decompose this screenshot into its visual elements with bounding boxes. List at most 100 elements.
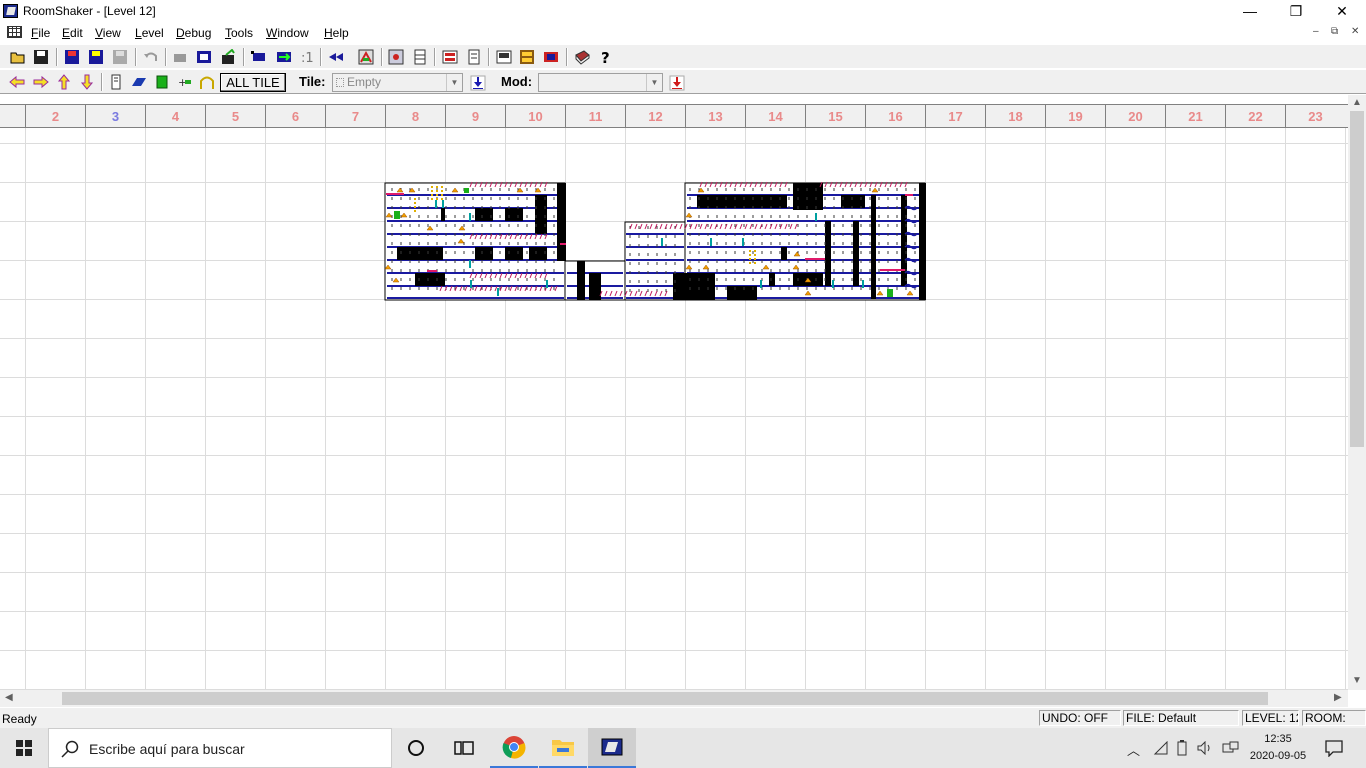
room-select-icon[interactable] <box>250 49 266 65</box>
scroll-down-icon[interactable]: ▼ <box>1352 675 1362 686</box>
mdi-restore-button[interactable]: ⧉ <box>1331 26 1338 37</box>
task-view-icon[interactable] <box>440 728 488 768</box>
ruler-column-23[interactable]: 23 <box>1285 105 1345 127</box>
menu-help[interactable]: Help <box>324 26 349 40</box>
ruler-column-5[interactable]: 5 <box>205 105 265 127</box>
scroll-right-icon[interactable]: ▶ <box>1334 692 1342 703</box>
level-map[interactable] <box>0 128 1348 690</box>
ruler-column-4[interactable]: 4 <box>145 105 205 127</box>
mdi-minimize-button[interactable]: – <box>1313 26 1319 37</box>
copy-room-icon[interactable] <box>172 49 188 65</box>
ruler-column-21[interactable]: 21 <box>1165 105 1225 127</box>
save-level-icon[interactable] <box>64 49 80 65</box>
ruler-column-16[interactable]: 16 <box>865 105 925 127</box>
rewind-icon[interactable] <box>328 49 344 65</box>
save-disabled-icon[interactable] <box>112 49 128 65</box>
restore-button[interactable]: ❐ <box>1273 0 1319 22</box>
ruler-column-8[interactable]: 8 <box>385 105 445 127</box>
taskbar-clock[interactable]: 12:35 2020-09-05 <box>1246 731 1310 765</box>
menu-debug[interactable]: Debug <box>176 26 211 40</box>
ruler-column-10[interactable]: 10 <box>505 105 565 127</box>
menu-window[interactable]: Window <box>266 26 309 40</box>
apply-mod-down-icon[interactable] <box>669 75 685 91</box>
mdi-close-button[interactable]: ✕ <box>1351 26 1359 37</box>
room-number-icon[interactable]: :1 <box>299 49 315 65</box>
vertical-scrollbar[interactable]: ▲ ▼ <box>1348 95 1366 690</box>
arrow-right-icon[interactable] <box>33 74 49 90</box>
chrome-icon[interactable] <box>490 728 538 768</box>
room-move-icon[interactable] <box>276 49 292 65</box>
start-button[interactable] <box>0 728 48 768</box>
ruler-column-2[interactable]: 2 <box>25 105 85 127</box>
modifier-plus-icon[interactable]: + <box>176 74 192 90</box>
ruler-column-18[interactable]: 18 <box>985 105 1045 127</box>
ruler-column-17[interactable]: 17 <box>925 105 985 127</box>
tile-red-icon[interactable] <box>442 49 458 65</box>
ruler-column-7[interactable]: 7 <box>325 105 385 127</box>
file-explorer-icon[interactable] <box>539 728 587 768</box>
tile-list-icon[interactable] <box>466 49 482 65</box>
room-arrow-icon[interactable] <box>220 49 236 65</box>
page-tile-icon[interactable] <box>108 74 124 90</box>
ruler-column-13[interactable]: 13 <box>685 105 745 127</box>
menu-level[interactable]: Level <box>135 26 164 40</box>
undo-icon[interactable] <box>143 49 159 65</box>
ruler-column-20[interactable]: 20 <box>1105 105 1165 127</box>
apply-tile-down-icon[interactable] <box>470 75 486 91</box>
arrow-left-icon[interactable] <box>9 74 25 90</box>
arrow-down-icon[interactable] <box>79 74 95 90</box>
menu-view[interactable]: View <box>95 26 121 40</box>
green-tile-icon[interactable] <box>154 74 170 90</box>
menu-tools[interactable]: Tools <box>225 26 253 40</box>
level-map-icon[interactable] <box>358 49 374 65</box>
menu-edit[interactable]: Edit <box>62 26 83 40</box>
scroll-left-icon[interactable]: ◀ <box>5 692 13 703</box>
ruler-column-12[interactable]: 12 <box>625 105 685 127</box>
ruler-column-19[interactable]: 19 <box>1045 105 1105 127</box>
play-level-icon[interactable] <box>496 49 512 65</box>
arrow-up-icon[interactable] <box>56 74 72 90</box>
grid-icon[interactable] <box>412 49 428 65</box>
ruler-column-6[interactable]: 6 <box>265 105 325 127</box>
wall-block <box>441 208 445 221</box>
notification-center-icon[interactable] <box>1325 739 1343 757</box>
cortana-icon[interactable] <box>392 728 440 768</box>
ruler-column-11[interactable]: 11 <box>565 105 625 127</box>
minimize-button[interactable]: — <box>1227 0 1273 22</box>
ruler-column-22[interactable]: 22 <box>1225 105 1285 127</box>
all-tile-button[interactable]: ALL TILE <box>220 73 286 92</box>
mdi-child-grid-icon[interactable] <box>7 26 22 38</box>
input-language-icon[interactable] <box>1222 741 1240 755</box>
save-as-icon[interactable] <box>88 49 104 65</box>
svg-text:?: ? <box>601 49 610 65</box>
taskbar-search[interactable]: Escribe aquí para buscar <box>48 728 392 768</box>
horizontal-scroll-thumb[interactable] <box>62 692 1268 705</box>
ruler-column-3[interactable]: 3 <box>85 105 145 127</box>
arch-tile-icon[interactable] <box>199 74 215 90</box>
roomshaker-taskbar-icon[interactable] <box>588 728 636 768</box>
vertical-scroll-thumb[interactable] <box>1350 111 1364 447</box>
tile-select[interactable]: Empty ▼ <box>332 73 463 92</box>
sprite-editor-icon[interactable] <box>543 49 559 65</box>
save-icon[interactable] <box>33 49 49 65</box>
ruler-column-15[interactable]: 15 <box>805 105 865 127</box>
volume-icon[interactable] <box>1197 741 1213 755</box>
level-canvas[interactable] <box>0 128 1348 690</box>
help-question-icon[interactable]: ? <box>598 49 614 65</box>
battery-icon[interactable] <box>1176 740 1188 756</box>
open-folder-icon[interactable] <box>10 49 26 65</box>
scroll-up-icon[interactable]: ▲ <box>1352 97 1362 108</box>
tray-chevron-up-icon[interactable]: ︿ <box>1127 740 1140 759</box>
floor-tile-icon[interactable] <box>131 74 147 90</box>
zoom-icon[interactable] <box>388 49 404 65</box>
network-icon[interactable] <box>1153 741 1169 755</box>
dosbox-icon[interactable] <box>519 49 535 65</box>
menu-file[interactable]: File <box>31 26 50 40</box>
horizontal-scrollbar[interactable]: ◀ ▶ <box>0 690 1348 707</box>
room-link-icon[interactable] <box>196 49 212 65</box>
ruler-column-9[interactable]: 9 <box>445 105 505 127</box>
manual-book-icon[interactable] <box>574 49 590 65</box>
ruler-column-14[interactable]: 14 <box>745 105 805 127</box>
mod-select[interactable]: ▼ <box>538 73 663 92</box>
close-button[interactable]: ✕ <box>1319 0 1365 22</box>
